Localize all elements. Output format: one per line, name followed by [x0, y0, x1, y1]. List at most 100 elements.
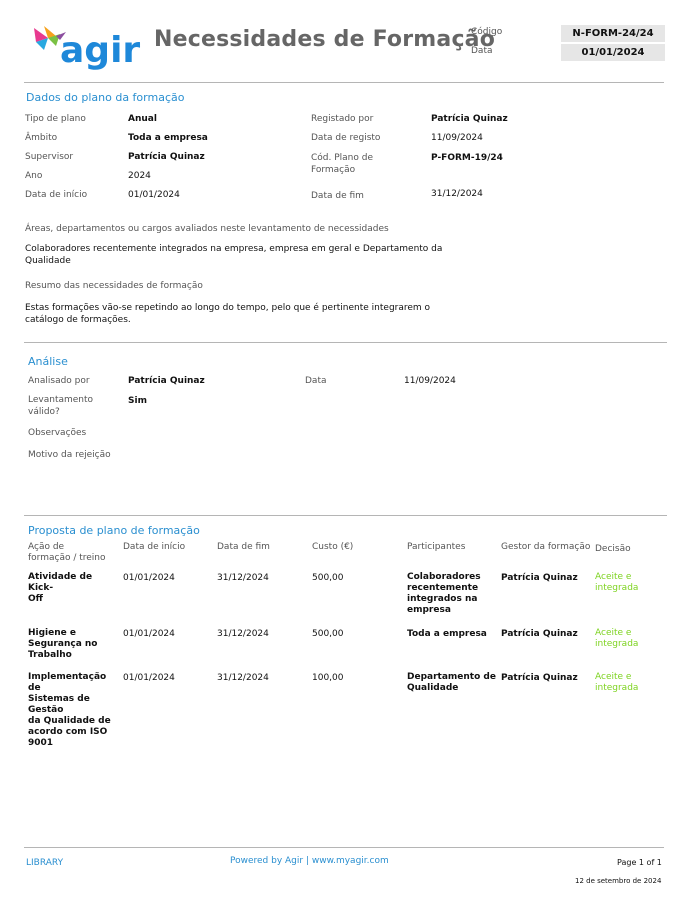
divider: [24, 515, 667, 516]
row-decisao-line: integrada: [595, 639, 639, 649]
valido-value: Sim: [128, 396, 147, 406]
ambito-label: Âmbito: [25, 133, 58, 143]
row-inicio: 01/01/2024: [123, 629, 175, 639]
proposta-section-title: Proposta de plano de formação: [28, 524, 200, 537]
resumo-value: Estas formações vão-se repetindo ao long…: [25, 302, 430, 326]
row-acao-line: Implementação de: [28, 672, 107, 693]
areas-value-line-1: Colaboradores recentemente integrados na…: [25, 244, 443, 254]
footer-page: Page 1 of 1: [617, 858, 662, 867]
cod-plano-value: P-FORM-19/24: [431, 153, 503, 163]
areas-label: Áreas, departamentos ou cargos avaliados…: [25, 224, 389, 234]
row-acao-line: Sistemas de Gestão: [28, 694, 90, 715]
row-acao: Higiene e Segurança no Trabalho: [28, 628, 120, 661]
row-participantes: Colaboradores recentemente integrados na…: [407, 572, 481, 616]
registado-label: Registado por: [311, 114, 374, 124]
fim-label: Data de fim: [311, 191, 364, 201]
row-decisao: Aceite e integrada: [595, 628, 638, 650]
row-participantes-line: Departamento de: [407, 672, 496, 682]
resumo-value-line-2: catálogo de formações.: [25, 315, 131, 325]
divider: [24, 342, 667, 343]
date-value: 01/01/2024: [561, 44, 665, 61]
footer-library: LIBRARY: [26, 858, 64, 868]
row-participantes-line: recentemente: [407, 583, 479, 593]
ambito-value: Toda a empresa: [128, 133, 208, 143]
page-title: Necessidades de Formação: [154, 27, 496, 52]
row-acao-line: acordo com ISO: [28, 727, 108, 737]
row-gestor: Patrícia Quinaz: [501, 629, 578, 639]
footer-divider: [24, 847, 664, 848]
row-decisao: Aceite e integrada: [595, 672, 638, 694]
analise-section-title: Análise: [28, 355, 68, 368]
valido-label-line-1: Levantamento: [28, 395, 94, 405]
th-participantes: Participantes: [407, 542, 466, 552]
table-row: Atividade de Kick- Off 01/01/2024 31/12/…: [0, 572, 693, 622]
analisado-label: Analisado por: [28, 376, 90, 386]
row-participantes: Toda a empresa: [407, 629, 487, 640]
row-acao-line: Off: [28, 594, 43, 604]
row-decisao-line: integrada: [595, 583, 639, 593]
obs-label: Observações: [28, 428, 87, 438]
table-row: Implementação de Sistemas de Gestão da Q…: [0, 672, 693, 748]
row-acao-line: Trabalho: [28, 650, 72, 660]
row-gestor: Patrícia Quinaz: [501, 673, 578, 683]
row-acao: Implementação de Sistemas de Gestão da Q…: [28, 672, 120, 749]
th-acao-line-2: formação / treino: [28, 553, 106, 563]
cod-plano-label-line-2: Formação: [311, 165, 356, 175]
row-fim: 31/12/2024: [217, 673, 269, 683]
row-acao-line: Higiene e: [28, 628, 76, 638]
row-inicio: 01/01/2024: [123, 673, 175, 683]
footer-powered[interactable]: Powered by Agir | www.myagir.com: [230, 856, 389, 866]
row-inicio: 01/01/2024: [123, 573, 175, 583]
row-custo: 100,00: [312, 673, 344, 683]
logo-text: agir: [60, 30, 141, 71]
table-row: Higiene e Segurança no Trabalho 01/01/20…: [0, 628, 693, 668]
motivo-label: Motivo da rejeição: [28, 450, 111, 460]
th-fim: Data de fim: [217, 542, 270, 552]
row-participantes-line: Qualidade: [407, 683, 459, 693]
row-participantes: Departamento de Qualidade: [407, 672, 496, 694]
row-fim: 31/12/2024: [217, 573, 269, 583]
areas-value: Colaboradores recentemente integrados na…: [25, 243, 442, 267]
row-custo: 500,00: [312, 629, 344, 639]
valido-label-line-2: válido?: [28, 407, 60, 417]
plan-section-title: Dados do plano da formação: [26, 91, 185, 104]
row-participantes-line: Colaboradores: [407, 572, 481, 582]
resumo-value-line-1: Estas formações vão-se repetindo ao long…: [25, 303, 431, 313]
row-acao-line: Segurança no: [28, 639, 98, 649]
tipo-label: Tipo de plano: [25, 114, 86, 124]
th-acao-line-1: Ação de: [28, 542, 65, 552]
row-participantes-line: empresa: [407, 605, 451, 615]
data-registo-value: 11/09/2024: [431, 133, 483, 143]
supervisor-label: Supervisor: [25, 152, 74, 162]
row-decisao: Aceite e integrada: [595, 572, 638, 594]
row-acao-line: Atividade de Kick-: [28, 572, 93, 593]
row-gestor: Patrícia Quinaz: [501, 573, 578, 583]
row-acao-line: da Qualidade de: [28, 716, 111, 726]
areas-value-line-2: Qualidade: [25, 256, 71, 266]
date-label: Data: [471, 46, 493, 56]
row-decisao-line: Aceite e: [595, 572, 632, 582]
th-acao: Ação de formação / treino: [28, 542, 106, 564]
row-decisao-line: integrada: [595, 683, 639, 693]
ano-label: Ano: [25, 171, 43, 181]
th-decisao: Decisão: [595, 544, 631, 554]
ano-value: 2024: [128, 171, 151, 181]
cod-plano-label-line-1: Cód. Plano de: [311, 153, 373, 163]
footer-date: 12 de setembro de 2024: [575, 877, 662, 885]
data-registo-label: Data de registo: [311, 133, 381, 143]
row-participantes-line: Toda a empresa: [407, 629, 487, 639]
th-gestor: Gestor da formação: [501, 542, 591, 552]
row-decisao-line: Aceite e: [595, 672, 632, 682]
analise-data-label: Data: [305, 376, 327, 386]
row-acao-line: 9001: [28, 738, 54, 748]
cod-plano-label: Cód. Plano de Formação: [311, 152, 373, 176]
row-fim: 31/12/2024: [217, 629, 269, 639]
th-inicio: Data de início: [123, 542, 186, 552]
resumo-label: Resumo das necessidades de formação: [25, 281, 203, 291]
analisado-value: Patrícia Quinaz: [128, 376, 205, 386]
inicio-value: 01/01/2024: [128, 190, 180, 200]
supervisor-value: Patrícia Quinaz: [128, 152, 205, 162]
row-decisao-line: Aceite e: [595, 628, 632, 638]
code-label: Código: [471, 27, 503, 37]
agir-logo: agir: [30, 22, 140, 78]
